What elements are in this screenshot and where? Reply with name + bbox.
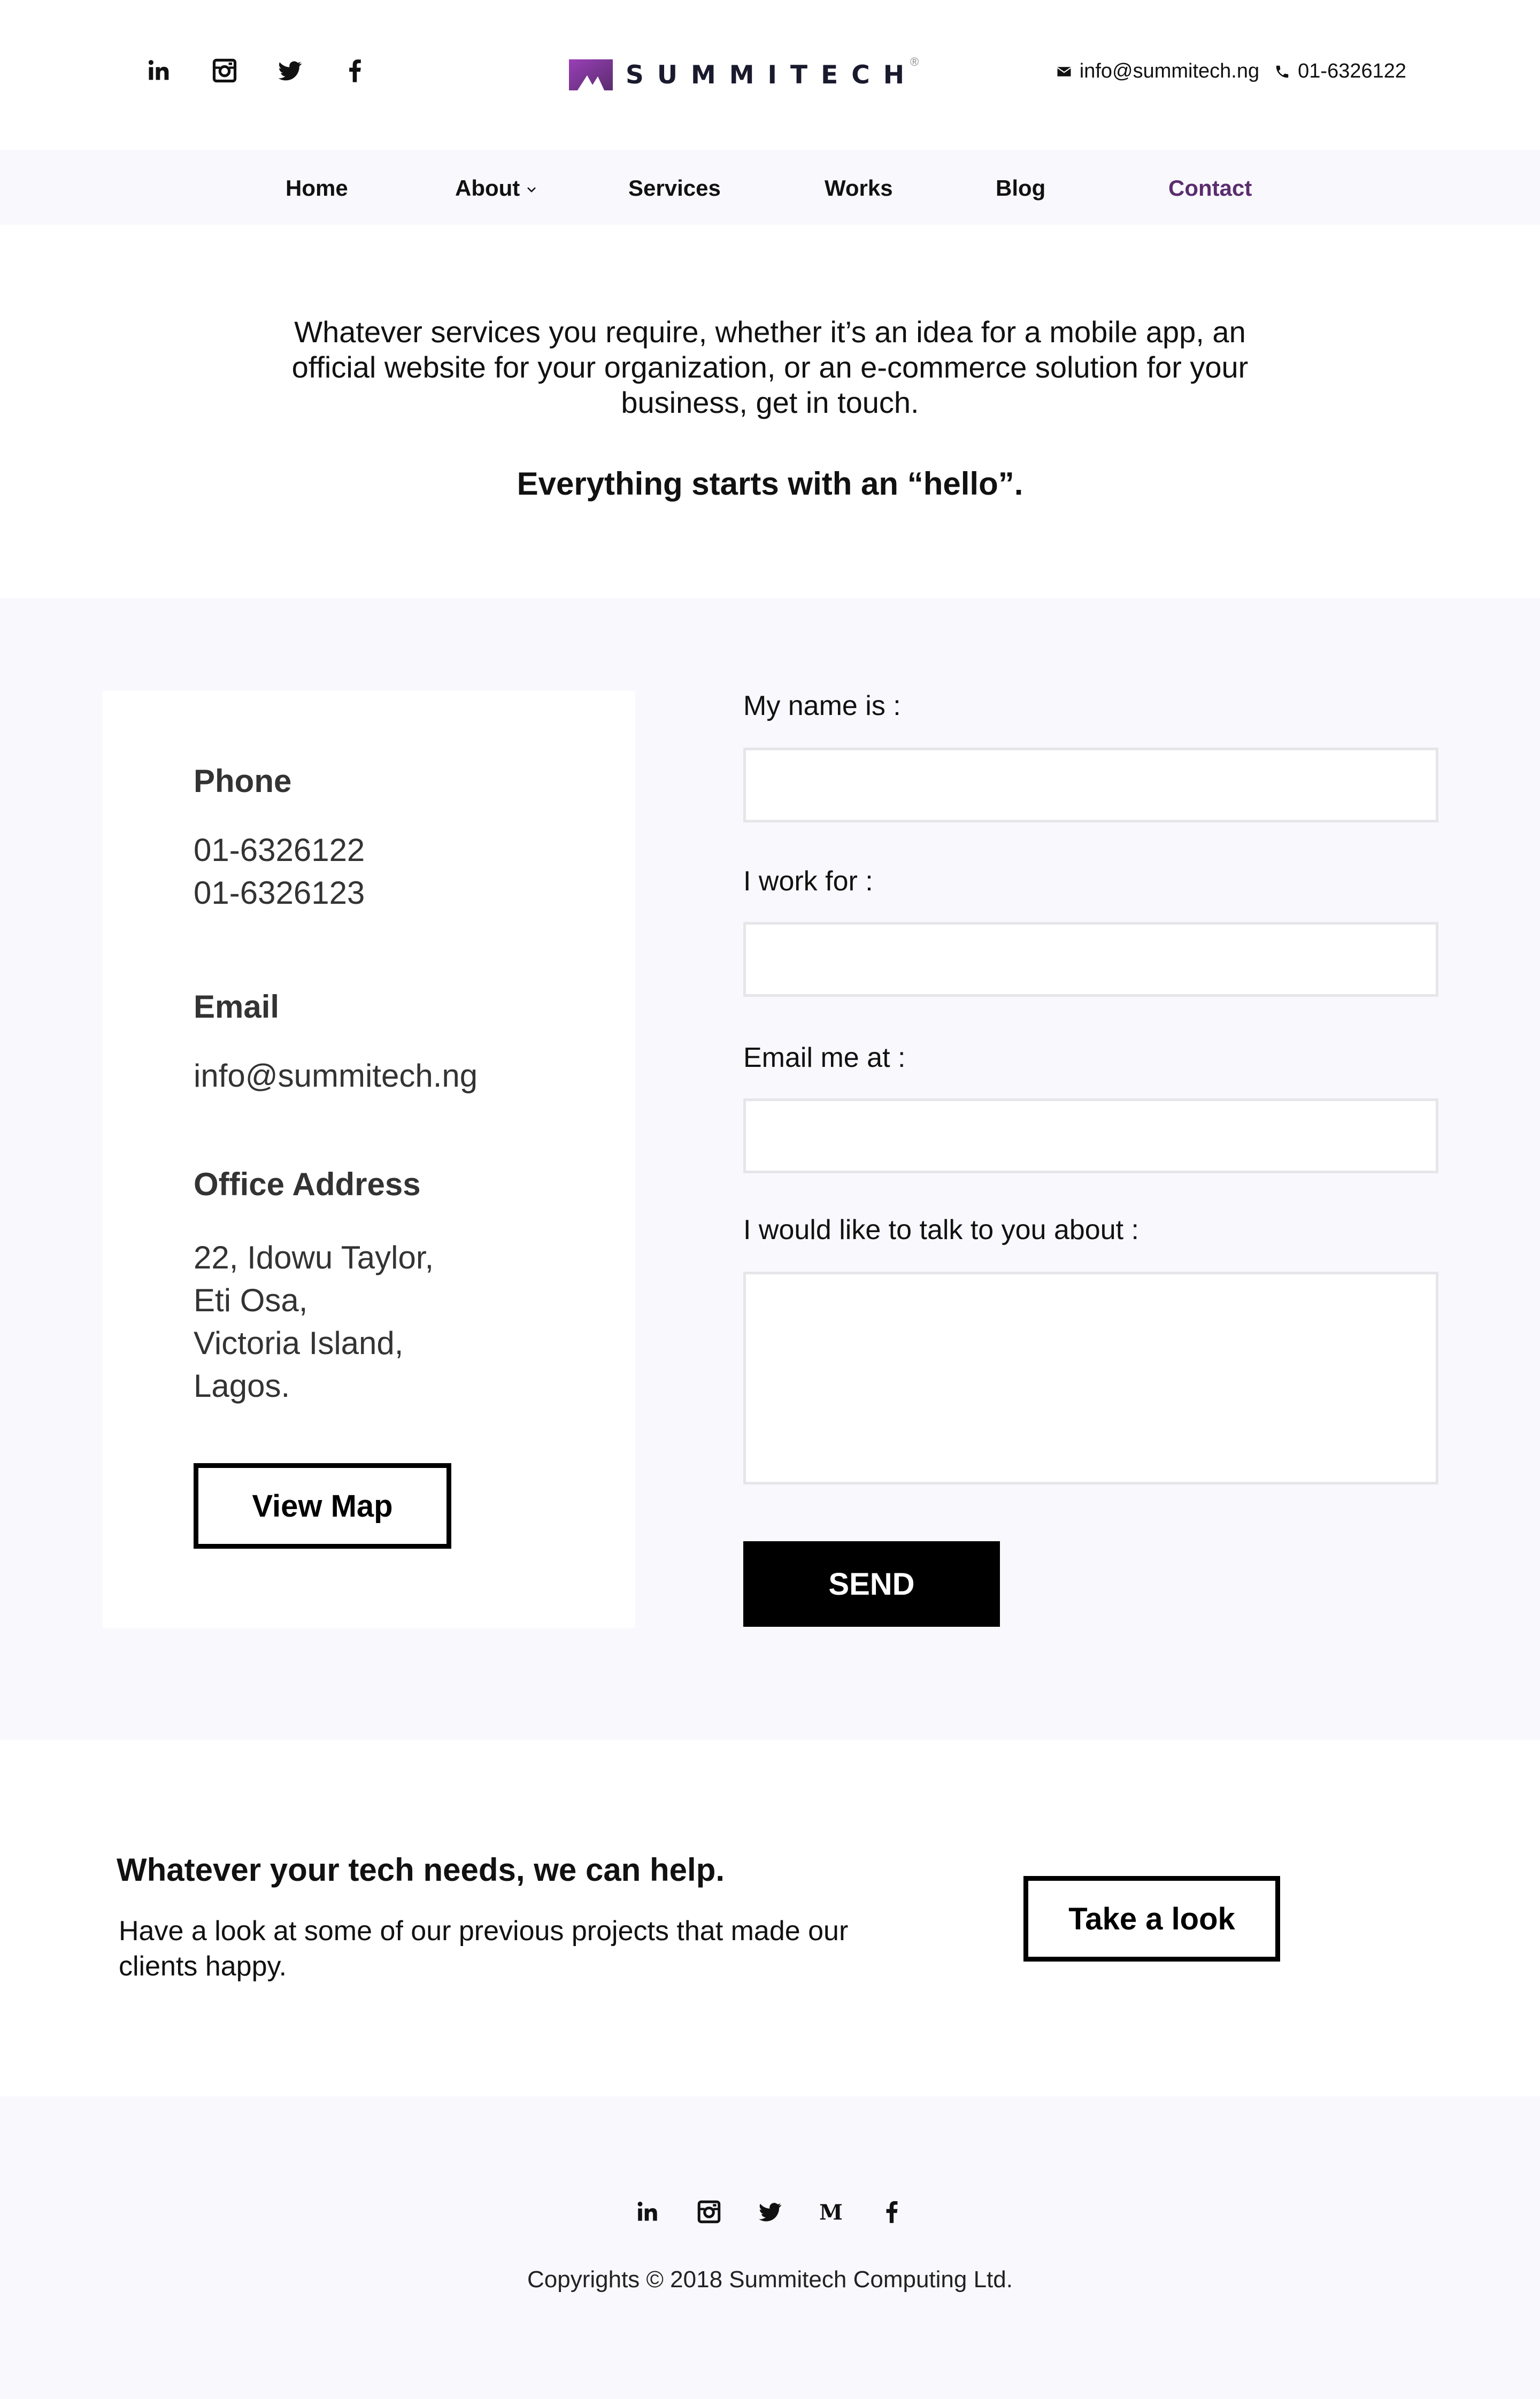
address-heading: Office Address (194, 1166, 421, 1202)
cta-heading: Whatever your tech needs, we can help. (117, 1852, 725, 1888)
phone-number-1: 01-6326122 (194, 832, 365, 868)
phone-heading: Phone (194, 763, 292, 799)
email-input[interactable] (743, 1098, 1438, 1173)
chevron-down-icon (527, 187, 536, 193)
registered-mark: ® (910, 55, 919, 68)
company-label: I work for : (743, 866, 873, 897)
nav-item-contact[interactable]: Contact (1168, 175, 1252, 201)
address-line: Lagos. (194, 1368, 290, 1404)
nav-item-blog[interactable]: Blog (996, 175, 1045, 201)
message-label: I would like to talk to you about : (743, 1214, 1139, 1245)
main-nav: Home About Services Works Blog Contact (0, 150, 1540, 225)
company-input[interactable] (743, 922, 1438, 997)
nav-item-about[interactable]: About (455, 175, 537, 201)
name-input[interactable] (743, 748, 1438, 822)
nav-item-services[interactable]: Services (628, 175, 721, 201)
phone-icon (1276, 65, 1289, 78)
nav-item-works[interactable]: Works (825, 175, 893, 201)
contact-email: info@summitech.ng (194, 1058, 478, 1094)
footer-social-links: M (0, 2197, 1540, 2227)
linkedin-icon[interactable] (144, 56, 174, 86)
cta-text: Have a look at some of our previous proj… (119, 1916, 849, 1982)
instagram-icon[interactable] (694, 2197, 724, 2227)
twitter-icon[interactable] (755, 2197, 785, 2227)
view-map-button[interactable]: View Map (194, 1463, 451, 1549)
name-label: My name is : (743, 690, 901, 721)
medium-icon[interactable]: M (816, 2197, 846, 2227)
header-contact: info@summitech.ng 01-6326122 (1056, 60, 1406, 83)
header-phone[interactable]: 01-6326122 (1274, 60, 1406, 83)
email-heading: Email (194, 989, 280, 1025)
brand-name: SUMMITECH (626, 60, 918, 90)
address-line: 22, Idowu Taylor, (194, 1240, 434, 1275)
copyright-text: Copyrights © 2018 Summitech Computing Lt… (527, 2266, 1013, 2293)
phone-number-2: 01-6326123 (194, 875, 365, 911)
mountain-logo-icon (569, 59, 613, 90)
header-email-text: info@summitech.ng (1079, 60, 1260, 82)
take-a-look-button[interactable]: Take a look (1023, 1876, 1280, 1962)
svg-text:M: M (819, 2201, 843, 2225)
address-line: Victoria Island, (194, 1325, 404, 1361)
nav-item-home[interactable]: Home (286, 175, 348, 201)
linkedin-icon[interactable] (633, 2197, 663, 2227)
facebook-icon[interactable] (340, 56, 370, 86)
contact-info-card: Phone 01-6326122 01-6326123 Email info@s… (103, 691, 635, 1628)
twitter-icon[interactable] (275, 56, 305, 86)
intro-tagline: Everything starts with an “hello”. (517, 466, 1023, 502)
instagram-icon[interactable] (210, 56, 240, 86)
intro-text: Whatever services you require, whether i… (291, 315, 1249, 419)
email-label: Email me at : (743, 1042, 906, 1073)
message-textarea[interactable] (743, 1272, 1438, 1485)
nav-item-about-label: About (455, 175, 520, 201)
header-phone-text: 01-6326122 (1298, 60, 1406, 82)
header-social-links (144, 51, 370, 90)
header-email[interactable]: info@summitech.ng (1056, 60, 1259, 83)
footer (0, 2096, 1540, 2399)
facebook-icon[interactable] (877, 2197, 907, 2227)
send-button[interactable]: SEND (743, 1541, 1000, 1627)
address-line: Eti Osa, (194, 1282, 308, 1318)
brand-logo[interactable]: SUMMITECH ® (568, 53, 919, 96)
envelope-icon (1057, 66, 1071, 76)
